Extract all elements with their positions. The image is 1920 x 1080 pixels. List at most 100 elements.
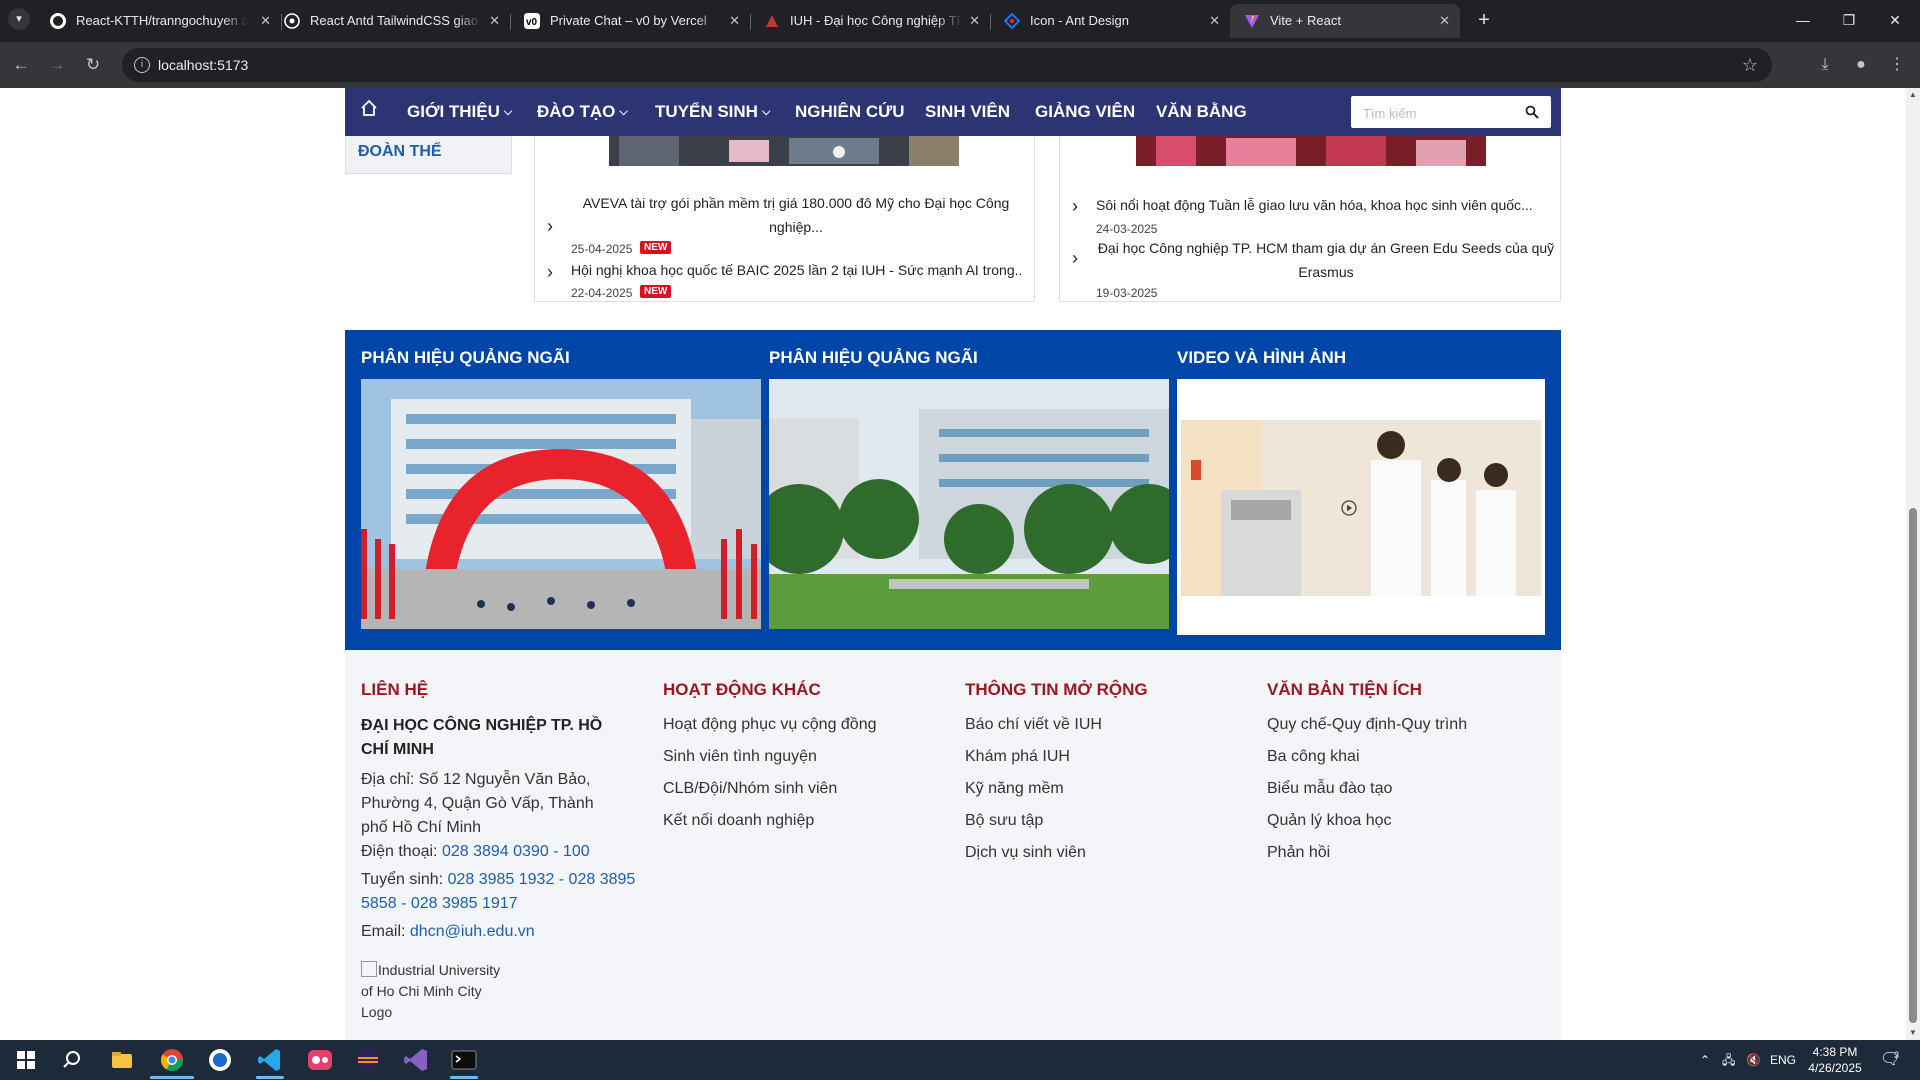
sidebar-item-doan-the[interactable]: ĐOÀN THỂ — [358, 143, 442, 161]
eclipse-icon[interactable] — [354, 1046, 382, 1074]
footer-link[interactable]: Kết nối doanh nghiệp — [663, 812, 814, 830]
more-menu-icon[interactable]: ⋮ — [1886, 54, 1908, 76]
search-icon[interactable] — [1525, 105, 1539, 119]
windows-start-icon[interactable] — [12, 1046, 40, 1074]
language-indicator[interactable]: ENG — [1770, 1040, 1796, 1080]
tab-label: React Antd TailwindCSS giao diện — [310, 13, 482, 28]
nav-item-tuyen-sinh[interactable]: TUYỂN SINH ⌵ — [655, 88, 770, 138]
forward-arrow-icon[interactable]: → — [46, 54, 68, 76]
nav-item-giang-vien[interactable]: GIẢNG VIÊN — [1035, 88, 1135, 136]
email-line: Email: dhcn@iuh.edu.vn — [361, 920, 641, 944]
close-window-icon[interactable]: ✕ — [1872, 0, 1918, 42]
logo-alt-text: Industrial University of Ho Chi Minh Cit… — [361, 962, 501, 1020]
news-title[interactable]: Hội nghị khoa học quốc tế BAIC 2025 lần … — [571, 258, 1021, 282]
windows-taskbar: ⌃ 🖧 🔇 ENG 4:38 PM 4/26/2025 🗨 3 — [0, 1040, 1920, 1080]
campus-photo-gate[interactable] — [361, 379, 761, 629]
url-text[interactable]: localhost:5173 — [158, 48, 248, 82]
close-tab-icon[interactable]: ✕ — [969, 4, 980, 38]
browser-tab[interactable]: v0 Private Chat – v0 by Vercel ✕ — [510, 4, 750, 38]
main-navigation: GIỚI THIỆU ⌵ ĐÀO TẠO ⌵ TUYỂN SINH ⌵ NGHIÊN … — [345, 88, 1561, 136]
email-link[interactable]: dhcn@iuh.edu.vn — [410, 923, 535, 940]
phone-link[interactable]: 028 3894 0390 - 100 — [442, 843, 590, 860]
news-thumbnail[interactable] — [609, 136, 959, 166]
news-thumbnail[interactable] — [1136, 136, 1486, 166]
tab-label: Private Chat – v0 by Vercel — [550, 13, 707, 28]
tab-label: Vite + React — [1270, 13, 1341, 28]
network-icon[interactable]: 🖧 — [1722, 1040, 1735, 1080]
scroll-down-arrow-icon[interactable]: ▼ — [1909, 1028, 1917, 1037]
nav-item-nghien-cuu[interactable]: NGHIÊN CỨU — [795, 88, 905, 136]
new-tab-button[interactable]: + — [1472, 9, 1496, 33]
visual-studio-icon[interactable] — [402, 1046, 430, 1074]
close-tab-icon[interactable]: ✕ — [1439, 4, 1450, 38]
footer-link[interactable]: Phản hồi — [1267, 844, 1330, 862]
vscode-icon[interactable] — [256, 1046, 284, 1074]
news-title[interactable]: Đại học Công nghiệp TP. HCM tham gia dự … — [1096, 236, 1556, 284]
footer-link[interactable]: Dịch vụ sinh viên — [965, 844, 1086, 862]
app-icon-pink[interactable] — [306, 1046, 334, 1074]
nav-item-dao-tao[interactable]: ĐÀO TẠO ⌵ — [537, 88, 628, 138]
volume-muted-icon[interactable]: 🔇 — [1746, 1040, 1761, 1080]
terminal-icon[interactable] — [450, 1046, 478, 1074]
footer-link[interactable]: Quản lý khoa học — [1267, 812, 1392, 830]
footer-link[interactable]: Khám phá IUH — [965, 748, 1070, 766]
minimize-icon[interactable]: — — [1780, 0, 1826, 42]
footer-link[interactable]: Sinh viên tình nguyện — [663, 748, 817, 766]
nav-item-sinh-vien[interactable]: SINH VIÊN — [925, 88, 1010, 136]
browser-tab[interactable]: React-KTTH/tranngochuyen at m ✕ — [36, 4, 281, 38]
tab-label: React-KTTH/tranngochuyen at m — [76, 13, 248, 28]
footer-link[interactable]: Quy chế-Quy định-Quy trình — [1267, 716, 1467, 734]
nav-item-van-bang[interactable]: VĂN BẰNG — [1156, 88, 1247, 136]
browser-tab[interactable]: React Antd TailwindCSS giao diện ✕ — [270, 4, 510, 38]
footer-link[interactable]: Biểu mẫu đào tạo — [1267, 780, 1392, 798]
search-input[interactable] — [1351, 96, 1525, 130]
campus-photo-building[interactable] — [769, 379, 1169, 629]
footer-link[interactable]: Kỹ năng mềm — [965, 780, 1064, 798]
restore-icon[interactable]: ❐ — [1826, 0, 1872, 42]
tray-chevron-up-icon[interactable]: ⌃ — [1700, 1040, 1710, 1080]
close-tab-icon[interactable]: ✕ — [729, 4, 740, 38]
nav-label: ĐÀO TẠO — [537, 102, 616, 121]
address-bar[interactable]: i localhost:5173 ☆ — [122, 48, 1772, 82]
footer-link[interactable]: Ba công khai — [1267, 748, 1360, 766]
scrollbar-thumb[interactable] — [1909, 508, 1917, 1023]
footer-link[interactable]: Bộ sưu tập — [965, 812, 1043, 830]
chrome-icon[interactable] — [158, 1046, 186, 1074]
download-icon[interactable]: ⤓ — [1814, 54, 1836, 76]
bookmark-star-icon[interactable]: ☆ — [1742, 48, 1758, 82]
news-title[interactable]: AVEVA tài trợ gói phần mềm trị giá 180.0… — [571, 191, 1021, 239]
university-logo-broken[interactable]: Industrial University of Ho Chi Minh Cit… — [361, 960, 511, 1023]
chevron-down-icon: ⌵ — [619, 106, 628, 118]
nav-item-gioi-thieu[interactable]: GIỚI THIỆU ⌵ — [407, 88, 512, 138]
footer-link[interactable]: CLB/Đội/Nhóm sinh viên — [663, 780, 837, 798]
running-app-indicator — [450, 1076, 478, 1079]
browser-tab-active[interactable]: Vite + React ✕ — [1230, 4, 1460, 38]
email-label: Email: — [361, 923, 410, 940]
video-container — [1177, 379, 1545, 635]
site-info-icon[interactable]: i — [134, 57, 150, 73]
tab-search-chevron-icon[interactable]: ▾ — [8, 8, 30, 30]
news-title[interactable]: Sôi nổi hoạt động Tuần lễ giao lưu văn h… — [1096, 193, 1546, 217]
home-icon[interactable] — [359, 98, 379, 118]
scroll-up-arrow-icon[interactable]: ▲ — [1909, 90, 1917, 99]
back-arrow-icon[interactable]: ← — [10, 54, 32, 76]
browser-tab[interactable]: Icon - Ant Design ✕ — [990, 4, 1230, 38]
notification-count: 3 — [1894, 1050, 1900, 1060]
play-icon[interactable] — [1341, 500, 1357, 516]
page-scrollbar[interactable]: ▲ ▼ — [1906, 88, 1920, 1040]
lab-video-thumbnail[interactable] — [1181, 420, 1541, 596]
reload-icon[interactable]: ↻ — [82, 54, 104, 76]
close-tab-icon[interactable]: ✕ — [1209, 4, 1220, 38]
search-box — [1351, 96, 1551, 130]
news-date: 25-04-2025 — [571, 242, 633, 256]
footer-link[interactable]: Báo chí viết về IUH — [965, 716, 1102, 734]
section-title: PHÂN HIỆU QUẢNG NGÃI — [361, 348, 570, 367]
search-icon[interactable] — [58, 1046, 86, 1074]
profile-icon[interactable]: ● — [1850, 54, 1872, 76]
browser-tab[interactable]: IUH - Đại học Công nghiệp TP.H ✕ — [750, 4, 990, 38]
file-explorer-icon[interactable] — [108, 1046, 136, 1074]
messaging-app-icon[interactable] — [206, 1046, 234, 1074]
footer-link[interactable]: Hoạt động phục vụ cộng đồng — [663, 716, 877, 734]
close-tab-icon[interactable]: ✕ — [489, 4, 500, 38]
system-clock[interactable]: 4:38 PM 4/26/2025 — [1800, 1044, 1870, 1076]
